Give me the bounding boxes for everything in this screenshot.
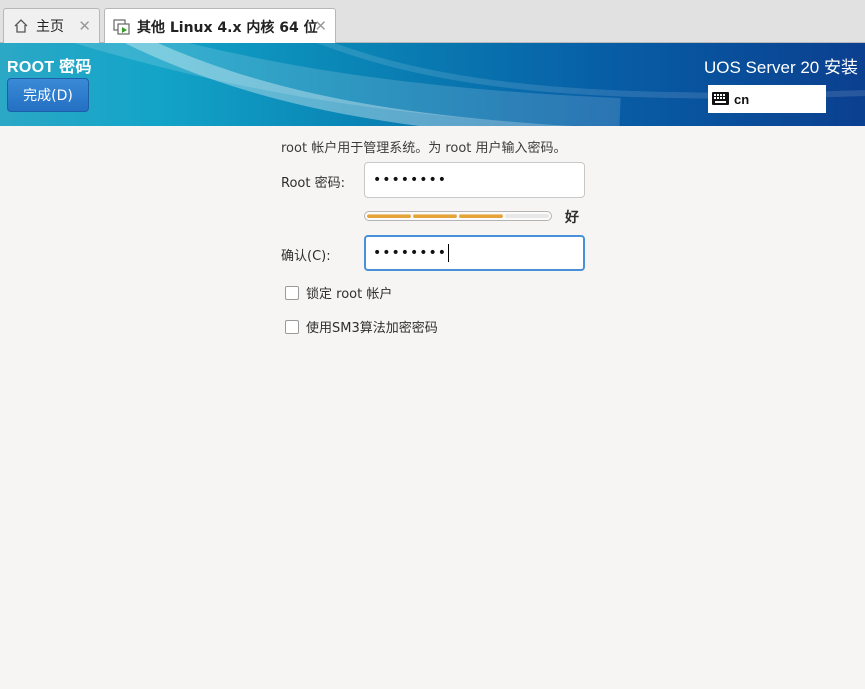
vm-icon <box>113 18 131 36</box>
sm3-encryption-label: 使用SM3算法加密密码 <box>306 321 438 336</box>
strength-segment <box>459 214 503 218</box>
close-icon[interactable]: ✕ <box>78 17 91 35</box>
lock-root-checkbox[interactable]: 锁定 root 帐户 <box>285 283 392 302</box>
password-field[interactable]: •••••••• <box>364 162 585 198</box>
checkbox-box[interactable] <box>285 285 299 300</box>
keyboard-layout-label: cn <box>734 91 750 107</box>
sm3-encryption-checkbox[interactable]: 使用SM3算法加密密码 <box>285 317 438 336</box>
home-icon <box>12 17 30 35</box>
password-value: •••••••• <box>373 172 448 188</box>
vm-tab-bar: 主页 ✕ 其他 Linux 4.x 内核 64 位 ✕ <box>0 0 865 44</box>
close-icon[interactable]: ✕ <box>314 17 327 35</box>
password-label: Root 密码: <box>281 176 345 191</box>
intro-text: root 帐户用于管理系统。为 root 用户输入密码。 <box>281 141 567 156</box>
product-title: UOS Server 20 安装 <box>704 58 858 77</box>
keyboard-icon <box>712 90 729 109</box>
password-strength-label: 好 <box>565 210 579 226</box>
text-caret <box>448 244 450 262</box>
root-password-form: root 帐户用于管理系统。为 root 用户输入密码。 Root 密码: ••… <box>0 126 865 689</box>
confirm-label: 确认(C): <box>281 249 331 264</box>
strength-segment <box>413 214 457 218</box>
strength-segment <box>367 214 411 218</box>
installer-header: ROOT 密码 完成(D) UOS Server 20 安装 cn <box>0 43 865 126</box>
confirm-password-field[interactable]: •••••••• <box>364 235 585 271</box>
done-button[interactable]: 完成(D) <box>7 78 89 112</box>
password-strength-bar <box>364 211 552 221</box>
confirm-value: •••••••• <box>373 245 448 261</box>
tab-home-label: 主页 <box>36 19 64 35</box>
tab-vm[interactable]: 其他 Linux 4.x 内核 64 位 ✕ <box>104 8 336 44</box>
keyboard-layout-indicator[interactable]: cn <box>708 85 826 113</box>
checkbox-box[interactable] <box>285 319 299 334</box>
spoke-title: ROOT 密码 <box>7 59 92 76</box>
lock-root-label: 锁定 root 帐户 <box>306 287 393 302</box>
tab-home[interactable]: 主页 ✕ <box>3 8 100 43</box>
strength-segment <box>505 214 549 218</box>
tab-vm-label: 其他 Linux 4.x 内核 64 位 <box>137 19 318 36</box>
